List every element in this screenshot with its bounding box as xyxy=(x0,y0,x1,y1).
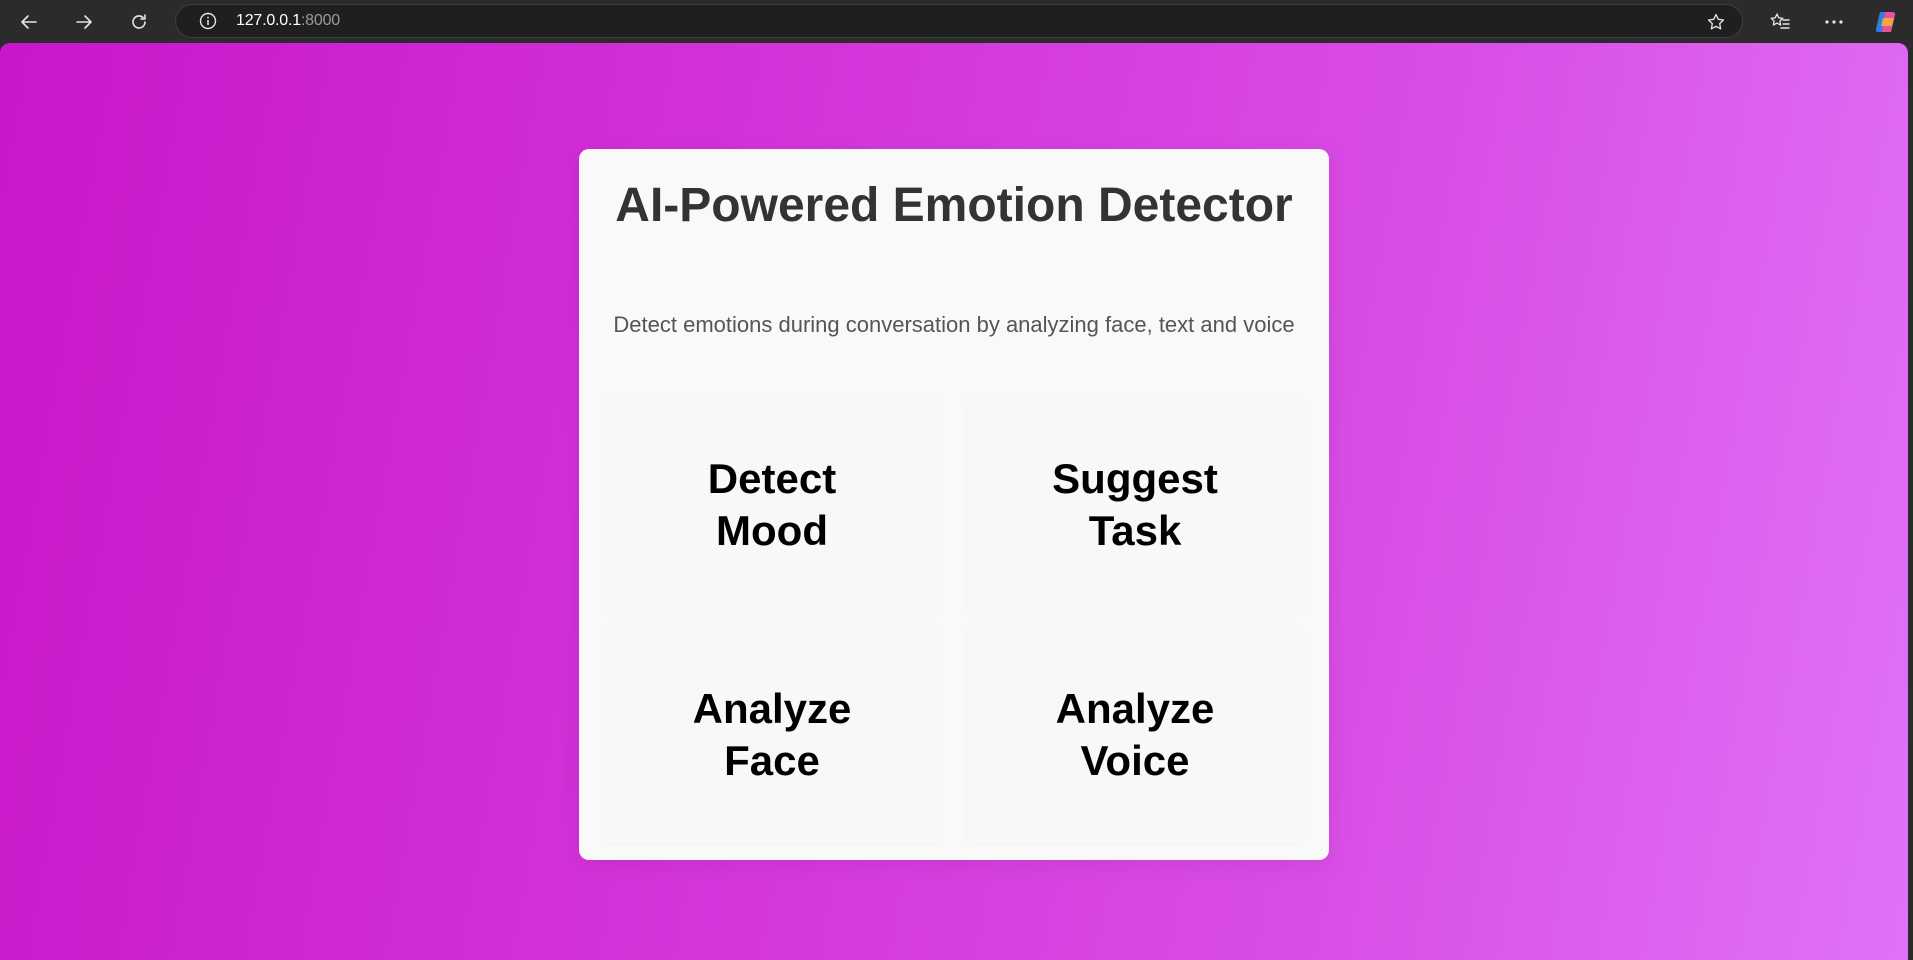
url-text[interactable]: 127.0.0.1:8000 xyxy=(236,12,340,30)
forward-button[interactable] xyxy=(57,0,111,43)
analyze-voice-button[interactable]: Analyze Voice xyxy=(967,627,1303,843)
reload-icon xyxy=(132,13,146,29)
main-card: AI-Powered Emotion Detector Detect emoti… xyxy=(579,149,1329,860)
page-title: AI-Powered Emotion Detector xyxy=(615,179,1293,232)
detect-mood-button[interactable]: Detect Mood xyxy=(604,397,940,613)
back-arrow-icon xyxy=(21,14,37,29)
url-host: 127.0.0.1 xyxy=(236,12,301,29)
page-subtitle: Detect emotions during conversation by a… xyxy=(613,312,1295,337)
star-icon[interactable] xyxy=(1706,12,1726,32)
favorites-icon xyxy=(1770,12,1790,29)
more-icon xyxy=(1825,19,1843,24)
more-button[interactable] xyxy=(1812,0,1856,43)
back-button[interactable] xyxy=(2,0,56,43)
reload-button[interactable] xyxy=(112,0,166,43)
copilot-button[interactable] xyxy=(1865,0,1909,43)
browser-toolbar: 127.0.0.1:8000 xyxy=(0,0,1913,43)
suggest-task-label: Suggest Task xyxy=(1052,455,1218,554)
page-viewport: AI-Powered Emotion Detector Detect emoti… xyxy=(0,43,1908,960)
favorites-button[interactable] xyxy=(1758,0,1802,43)
copilot-icon xyxy=(1875,11,1896,32)
address-bar[interactable]: 127.0.0.1:8000 xyxy=(175,4,1743,38)
analyze-face-button[interactable]: Analyze Face xyxy=(604,627,940,843)
detect-mood-label: Detect Mood xyxy=(707,455,837,554)
url-port: :8000 xyxy=(300,12,340,29)
analyze-voice-label: Analyze Voice xyxy=(1055,685,1215,784)
suggest-task-button[interactable]: Suggest Task xyxy=(967,397,1303,613)
info-icon[interactable] xyxy=(198,11,218,31)
analyze-face-label: Analyze Face xyxy=(692,685,852,784)
forward-arrow-icon xyxy=(76,14,92,29)
